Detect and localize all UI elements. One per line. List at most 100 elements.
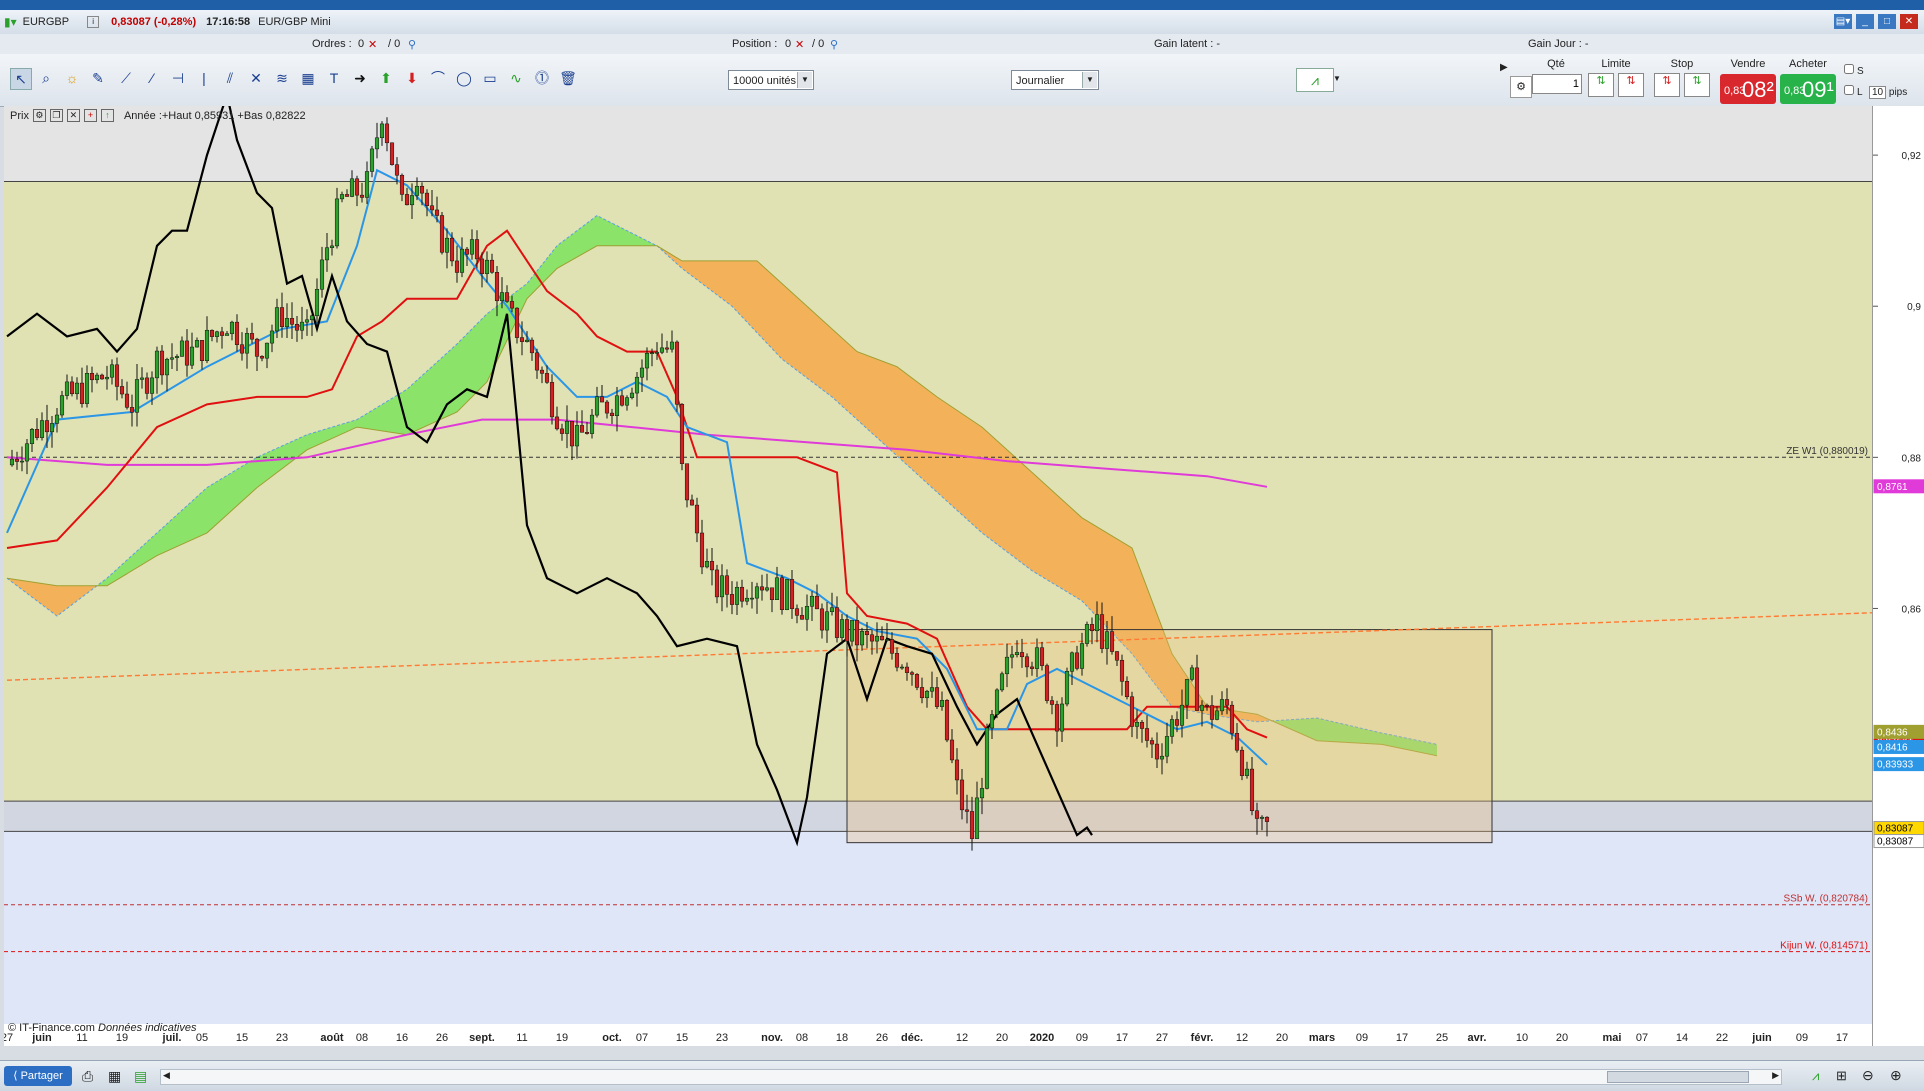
calculator-icon[interactable]: ▦	[108, 1068, 121, 1085]
buy-button[interactable]: 0,83 09¹	[1780, 74, 1836, 104]
move-up-icon[interactable]: ↑	[100, 109, 114, 122]
arrow-tool-icon[interactable]: ➜	[350, 68, 370, 88]
orders-link-icon[interactable]: ⚲	[408, 38, 416, 51]
candle-body	[444, 237, 450, 253]
fibonacci-tool-icon[interactable]: ≋	[272, 68, 292, 88]
indicators-menu-icon[interactable]: ▼	[1333, 68, 1345, 90]
sell-button[interactable]: 0,83 08²	[1720, 74, 1776, 104]
candle-body	[1179, 704, 1185, 726]
chart-type-icon[interactable]: ▮▾	[4, 15, 17, 29]
maximize-icon[interactable]: □	[1878, 14, 1896, 29]
line-tool-icon[interactable]: ⟋	[116, 68, 136, 88]
candle-body	[914, 674, 920, 688]
kumo-cloud-segment	[757, 260, 762, 338]
limit-checkbox[interactable]	[1844, 85, 1854, 95]
print-icon[interactable]: ⎙	[82, 1068, 93, 1085]
scroll-left-icon[interactable]: ◀	[163, 1070, 170, 1081]
minimize-icon[interactable]: _	[1856, 14, 1874, 29]
sell-arrow-icon[interactable]: ⬇	[402, 68, 422, 88]
note-tool-icon[interactable]: ⓵	[532, 68, 552, 88]
chevron-down-icon: ▼	[1082, 72, 1097, 88]
zoom-in-icon[interactable]: ⊕	[1890, 1067, 1902, 1084]
cancel-position-icon[interactable]: ✕	[795, 38, 804, 51]
add-icon[interactable]: +	[83, 109, 97, 122]
chart-canvas[interactable]: ZE W1 (0,880019) SSb W. (0,820784) Kijun W…	[4, 106, 1872, 1046]
settings-icon[interactable]: ⚙	[1510, 76, 1532, 98]
limit-sell-button[interactable]: ⇅	[1618, 73, 1644, 97]
chart-list-icon[interactable]: ▤	[134, 1068, 147, 1085]
grid-tool-icon[interactable]: ▦	[298, 68, 318, 88]
price-axis-canvas: 0,920,90,880,860,87610,842910,84360,8416…	[1873, 151, 1924, 849]
candle-body	[1219, 699, 1225, 712]
candle-body	[374, 137, 380, 150]
trash-icon[interactable]: 🗑	[558, 68, 578, 88]
position-link-icon[interactable]: ⚲	[830, 38, 838, 51]
price-label: 0,83087	[1877, 837, 1914, 848]
zoom-fit-icon[interactable]: ⊞	[1836, 1068, 1847, 1084]
candle-body	[1149, 740, 1155, 745]
period-select[interactable]: Journalier ▼	[1011, 70, 1099, 90]
stop-checkbox-label: S	[1857, 66, 1864, 77]
kumo-cloud-segment	[572, 230, 577, 260]
pattern-tool-icon[interactable]: ∿	[506, 68, 526, 88]
candle-body	[654, 352, 660, 354]
duplicate-icon[interactable]: ❐	[49, 109, 63, 122]
text-tool-icon[interactable]: T	[324, 68, 344, 88]
kumo-cloud-segment	[1072, 508, 1077, 598]
rectangle-tool-icon[interactable]: ▭	[480, 68, 500, 88]
stop-buy-button[interactable]: ⇅	[1654, 73, 1680, 97]
candle-body	[1039, 647, 1045, 666]
kumo-cloud-segment	[957, 410, 962, 515]
x-axis-tick-label: 20	[1556, 1032, 1568, 1044]
zoom-out-icon[interactable]: ⊖	[1862, 1067, 1874, 1084]
channel-tool-icon[interactable]: ⫽	[220, 68, 240, 88]
autoscale-icon[interactable]: ⩘	[1812, 1068, 1819, 1084]
price-axis[interactable]: 0,920,90,880,860,87610,842910,84360,8416…	[1872, 106, 1924, 1046]
unrealized-gain: Gain latent : -	[1154, 38, 1221, 50]
price-label: 0,8436	[1877, 727, 1908, 738]
limit-buy-button[interactable]: ⇅	[1588, 73, 1614, 97]
indicators-icon[interactable]: ⩘	[1296, 68, 1334, 92]
ray-tool-icon[interactable]: ⁄	[142, 68, 162, 88]
ruler-tool-icon[interactable]: ✎	[88, 68, 108, 88]
alert-tool-icon[interactable]: ☼	[62, 68, 82, 88]
candle-body	[854, 620, 860, 646]
ellipse-tool-icon[interactable]: ◯	[454, 68, 474, 88]
candle-body	[1074, 652, 1080, 669]
buy-arrow-icon[interactable]: ⬆	[376, 68, 396, 88]
chart-header: Prix ⚙ ❐ ✕ + ↑ Année :+Haut 0,85931 +Bas…	[10, 109, 306, 122]
arc-tool-icon[interactable]: ⌒	[428, 68, 448, 88]
cancel-orders-icon[interactable]: ✕	[368, 38, 377, 51]
candle-body	[69, 381, 75, 395]
candle-body	[64, 381, 70, 396]
candle-body	[1034, 647, 1040, 669]
vertical-line-icon[interactable]: |	[194, 68, 214, 88]
scrollbar-thumb[interactable]	[1607, 1071, 1749, 1083]
pips-input[interactable]: 10	[1868, 86, 1887, 99]
quantity-select[interactable]: 10000 unités ▼	[728, 70, 814, 90]
share-button[interactable]: ⟨ Partager	[4, 1066, 72, 1086]
kumo-cloud-segment	[1052, 490, 1057, 586]
settings-icon[interactable]: ⚙	[32, 109, 46, 122]
pointer-tool-icon[interactable]: ↖	[10, 68, 32, 90]
layout-icon[interactable]: ▤▾	[1834, 14, 1852, 29]
stop-sell-button[interactable]: ⇅	[1684, 73, 1710, 97]
info-icon[interactable]: i	[87, 16, 100, 28]
horizontal-scrollbar[interactable]: ◀ ▶	[160, 1069, 1782, 1085]
x-axis-tick-label: 09	[1076, 1032, 1088, 1044]
quantity-input[interactable]	[1532, 74, 1582, 94]
instrument-symbol[interactable]: EURGBP	[23, 16, 69, 28]
stop-checkbox[interactable]	[1844, 64, 1854, 74]
order-panel-collapse-icon[interactable]: ▶	[1500, 62, 1508, 73]
zoom-tool-icon[interactable]: ⌕	[36, 68, 56, 88]
crosshair-tool-icon[interactable]: ✕	[246, 68, 266, 88]
scroll-right-icon[interactable]: ▶	[1772, 1070, 1779, 1081]
level-label: SSb W. (0,820784)	[1784, 894, 1869, 905]
horizontal-line-icon[interactable]: ⊣	[168, 68, 188, 88]
remove-icon[interactable]: ✕	[66, 109, 80, 122]
close-icon[interactable]: ✕	[1900, 14, 1918, 29]
kumo-cloud-segment	[472, 323, 477, 397]
candle-body	[619, 395, 625, 406]
price-chart[interactable]: ZE W1 (0,880019) SSb W. (0,820784) Kijun W…	[4, 106, 1872, 1046]
candle-body	[869, 634, 875, 642]
